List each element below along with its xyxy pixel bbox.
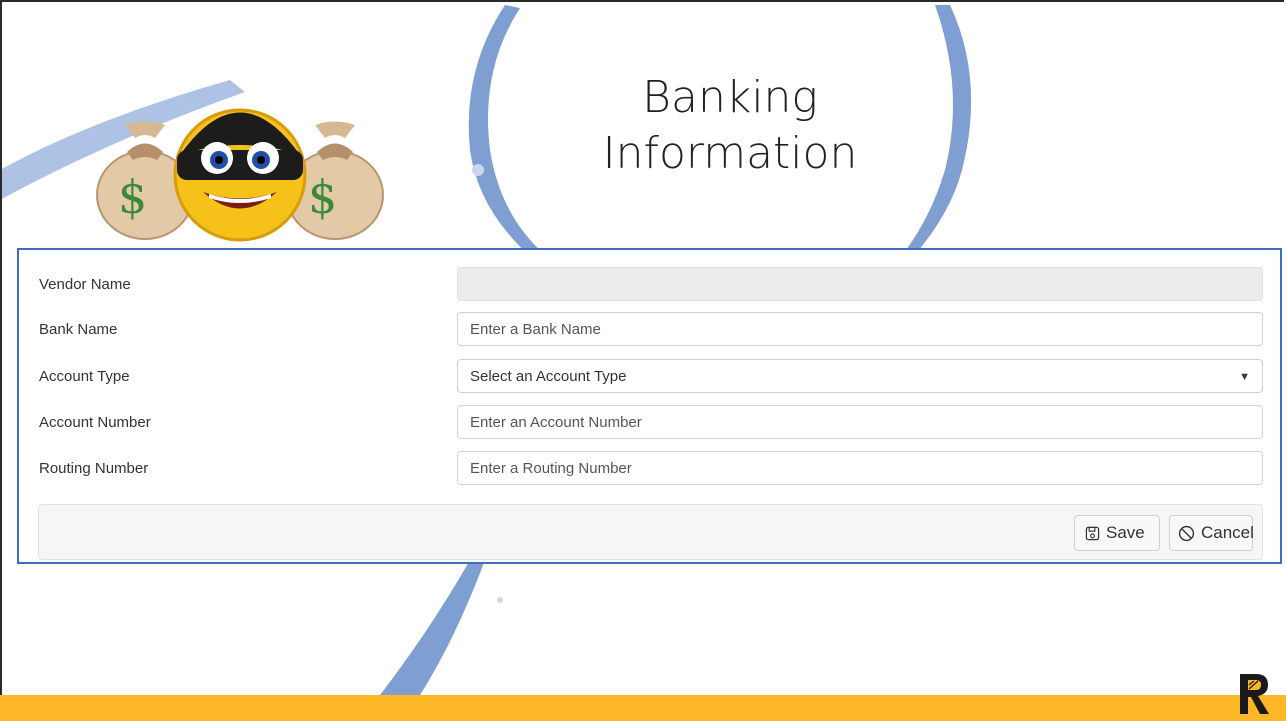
bank-name-label: Bank Name	[39, 321, 118, 338]
bank-name-field[interactable]	[457, 312, 1263, 346]
account-type-row: Account Type Select an Account Type ▼	[19, 359, 1280, 395]
routing-number-row: Routing Number	[19, 451, 1280, 487]
vendor-name-label: Vendor Name	[39, 276, 131, 293]
page-title: Banking Information	[560, 70, 900, 182]
account-number-label: Account Number	[39, 414, 151, 431]
vendor-name-row: Vendor Name	[19, 267, 1280, 303]
dropdown-caret-icon: ▼	[1239, 371, 1250, 383]
routing-number-field[interactable]	[457, 451, 1263, 485]
page-title-line1: Banking	[642, 72, 818, 123]
right-bag-dollar-sign: $	[308, 170, 338, 224]
routing-number-label: Routing Number	[39, 460, 149, 477]
account-type-label: Account Type	[39, 368, 130, 385]
account-number-field[interactable]	[457, 405, 1263, 439]
ban-circle-icon	[1178, 525, 1195, 542]
account-type-select[interactable]: Select an Account Type ▼	[457, 359, 1263, 393]
account-type-selected-value: Select an Account Type	[470, 367, 627, 385]
bank-name-row: Bank Name	[19, 312, 1280, 348]
banking-form-panel: Vendor Name Bank Name Account Type Selec…	[17, 248, 1282, 564]
save-button-label: Save	[1106, 523, 1145, 542]
floppy-disk-icon	[1085, 526, 1100, 541]
company-logo-icon	[1240, 674, 1269, 714]
cancel-button[interactable]: Cancel	[1169, 515, 1254, 551]
save-button[interactable]: Save	[1074, 515, 1160, 551]
cancel-button-label: Cancel	[1201, 523, 1254, 542]
page-title-line2: Information	[602, 128, 858, 179]
footer-accent-bar	[0, 695, 1286, 721]
left-bag-dollar-sign: $	[118, 170, 148, 224]
vendor-name-field	[457, 267, 1263, 301]
account-number-row: Account Number	[19, 405, 1280, 441]
form-actions-bar: Save Cancel	[38, 504, 1263, 560]
